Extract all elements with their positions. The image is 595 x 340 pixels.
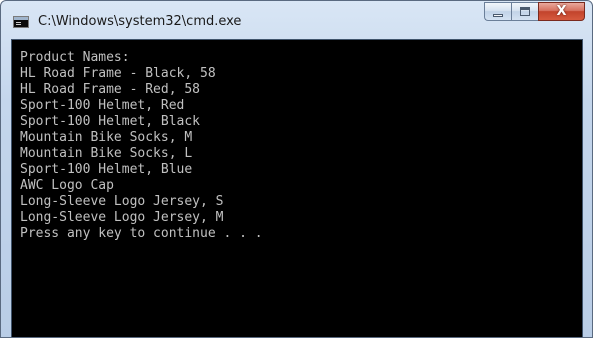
close-button[interactable]: X xyxy=(538,2,585,21)
console-line: Mountain Bike Socks, L xyxy=(20,146,193,161)
title-bar[interactable]: C:\Windows\system32\cmd.exe X xyxy=(1,1,592,39)
console-line: Sport-100 Helmet, Red xyxy=(20,98,185,113)
console-area[interactable]: Product Names: HL Road Frame - Black, 58 H… xyxy=(11,39,583,337)
console-line: Sport-100 Helmet, Black xyxy=(20,114,201,129)
console-line: HL Road Frame - Red, 58 xyxy=(20,82,201,97)
console-line: Press any key to continue . . . xyxy=(20,226,263,241)
console-line: AWC Logo Cap xyxy=(20,178,114,193)
console-line: Product Names: xyxy=(20,50,130,65)
minimize-button[interactable] xyxy=(484,2,511,21)
cmd-icon[interactable] xyxy=(13,16,29,28)
console-line: Long-Sleeve Logo Jersey, M xyxy=(20,210,224,225)
minimize-icon xyxy=(493,14,503,17)
window-controls: X xyxy=(484,2,585,22)
console-line: Sport-100 Helmet, Blue xyxy=(20,162,193,177)
window-title: C:\Windows\system32\cmd.exe xyxy=(38,14,242,29)
maximize-button[interactable] xyxy=(511,2,538,21)
console-line: Long-Sleeve Logo Jersey, S xyxy=(20,194,224,209)
console-line: Mountain Bike Socks, M xyxy=(20,130,193,145)
cmd-window: C:\Windows\system32\cmd.exe X Product Na… xyxy=(0,0,593,338)
console-line: HL Road Frame - Black, 58 xyxy=(20,66,216,81)
close-icon: X xyxy=(556,4,567,19)
maximize-icon xyxy=(520,7,530,16)
console-output: Product Names: HL Road Frame - Black, 58 H… xyxy=(20,50,263,242)
